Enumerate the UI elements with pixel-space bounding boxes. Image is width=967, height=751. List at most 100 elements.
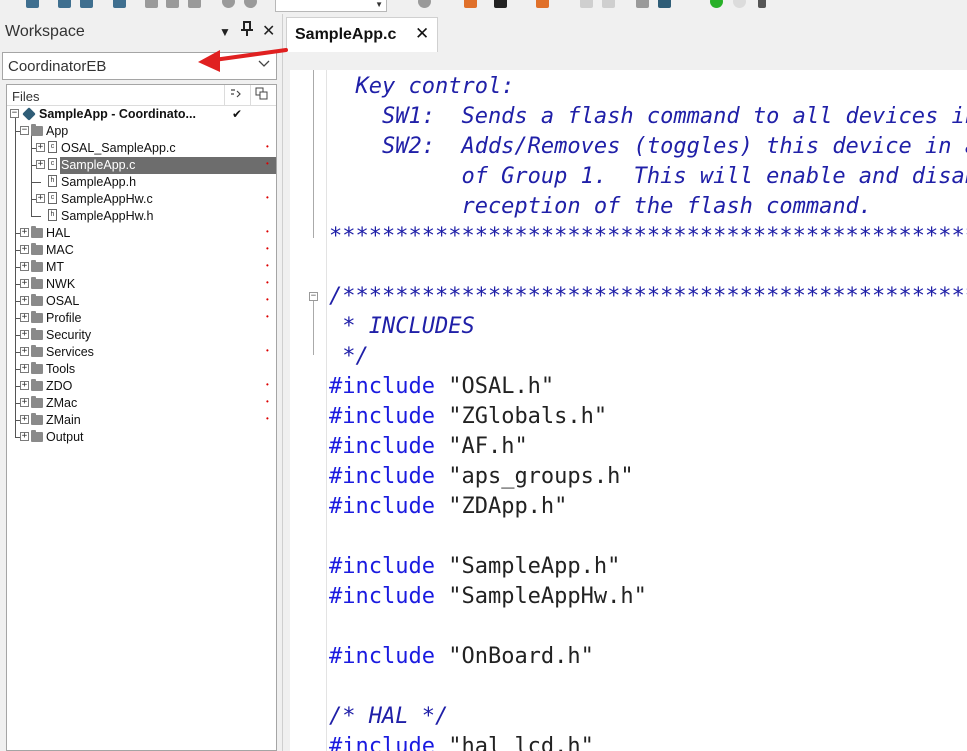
tree-folder-zmain[interactable]: + ZMain • bbox=[7, 412, 276, 429]
folder-icon bbox=[31, 362, 43, 374]
include-path: "ZGlobals.h" bbox=[434, 404, 608, 429]
expand-icon[interactable]: + bbox=[36, 143, 45, 152]
expand-icon[interactable]: + bbox=[20, 228, 29, 237]
collapse-icon[interactable]: − bbox=[20, 126, 29, 135]
modified-dot-icon: • bbox=[266, 193, 269, 202]
modified-dot-icon: • bbox=[266, 312, 269, 321]
redo-icon[interactable] bbox=[244, 0, 257, 8]
tree-folder-tools[interactable]: + Tools bbox=[7, 361, 276, 378]
tree-file-sampleapp-h[interactable]: h SampleApp.h bbox=[7, 174, 276, 191]
compile-column-icon[interactable] bbox=[255, 87, 269, 104]
paste-icon[interactable] bbox=[188, 0, 201, 8]
code-line: /* HAL */ bbox=[329, 702, 448, 732]
editor-tab-bar: SampleApp.c ✕ bbox=[283, 14, 967, 52]
folder-icon bbox=[31, 294, 43, 306]
tree-folder-mac[interactable]: + MAC • bbox=[7, 242, 276, 259]
code-line: #include "OnBoard.h" bbox=[329, 642, 594, 672]
expand-icon[interactable]: + bbox=[20, 432, 29, 441]
fold-toggle-icon[interactable]: − bbox=[309, 292, 318, 301]
open-file-icon[interactable] bbox=[26, 0, 39, 8]
tree-folder-hal[interactable]: + HAL • bbox=[7, 225, 276, 242]
tree-folder-output[interactable]: + Output bbox=[7, 429, 276, 446]
expand-icon[interactable]: + bbox=[20, 381, 29, 390]
tree-item-label: ZDO bbox=[46, 379, 73, 393]
close-tab-icon[interactable]: ✕ bbox=[415, 24, 429, 44]
expand-icon[interactable]: + bbox=[20, 279, 29, 288]
chevron-down-icon: ▼ bbox=[375, 0, 383, 9]
preprocessor-keyword: #include bbox=[329, 554, 435, 579]
tree-folder-zdo[interactable]: + ZDO • bbox=[7, 378, 276, 395]
tab-title: SampleApp.c bbox=[295, 26, 397, 43]
tree-file-osal-sampleapp-c[interactable]: + c OSAL_SampleApp.c • bbox=[7, 140, 276, 157]
code-line: ****************************************… bbox=[329, 222, 967, 252]
tree-folder-zmac[interactable]: + ZMac • bbox=[7, 395, 276, 412]
toolbar-overflow-icon[interactable] bbox=[758, 0, 766, 8]
compile-icon[interactable] bbox=[580, 0, 593, 8]
comment-text: reception of the flash command. bbox=[329, 194, 873, 219]
code-line: of Group 1. This will enable and disable… bbox=[329, 162, 967, 192]
tree-project-row[interactable]: − SampleApp - Coordinato... ✔ bbox=[7, 106, 276, 123]
expand-icon[interactable]: + bbox=[20, 296, 29, 305]
tree-folder-app[interactable]: − App bbox=[7, 123, 276, 140]
fold-line bbox=[313, 70, 314, 238]
save-all-icon[interactable] bbox=[80, 0, 93, 8]
tree-folder-osal[interactable]: + OSAL • bbox=[7, 293, 276, 310]
code-line: #include "hal_lcd.h" bbox=[329, 732, 594, 751]
modified-dot-icon: • bbox=[266, 380, 269, 389]
tree-item-label: MT bbox=[46, 260, 65, 274]
cut-icon[interactable] bbox=[145, 0, 158, 8]
find-combo[interactable]: ▼ bbox=[275, 0, 387, 12]
modified-dot-icon: • bbox=[266, 261, 269, 270]
make-icon[interactable] bbox=[602, 0, 615, 8]
comment-text: of Group 1. This will enable and disable… bbox=[461, 164, 967, 189]
comment-text: SW2: Adds/Removes (toggles) this device … bbox=[381, 134, 967, 159]
expand-icon[interactable]: + bbox=[20, 245, 29, 254]
download-debug-icon[interactable] bbox=[658, 0, 671, 8]
tree-file-sampleapphw-c[interactable]: + c SampleAppHw.c • bbox=[7, 191, 276, 208]
tree-item-label: App bbox=[46, 124, 69, 138]
tab-sampleapp-c[interactable]: SampleApp.c ✕ bbox=[286, 17, 438, 52]
tree-file-sampleapphw-h[interactable]: h SampleAppHw.h bbox=[7, 208, 276, 225]
undo-icon[interactable] bbox=[222, 0, 235, 8]
toolbar: ▼ bbox=[0, 0, 967, 14]
expand-icon[interactable]: + bbox=[36, 160, 45, 169]
find-icon[interactable] bbox=[418, 0, 431, 8]
bookmark-icon[interactable] bbox=[494, 0, 507, 8]
stop-build-icon[interactable] bbox=[636, 0, 649, 8]
code-editor[interactable]: − Key control: SW1: Sends a flash comman… bbox=[290, 70, 967, 751]
collapse-icon[interactable]: − bbox=[10, 109, 19, 118]
expand-icon[interactable]: + bbox=[36, 194, 45, 203]
preprocessor-keyword: #include bbox=[329, 494, 435, 519]
toggle-breakpoint-icon[interactable] bbox=[536, 0, 549, 8]
tree-file-sampleapp-c[interactable]: + c SampleApp.c • bbox=[7, 157, 276, 174]
folder-icon bbox=[31, 226, 43, 238]
tree-folder-profile[interactable]: + Profile • bbox=[7, 310, 276, 327]
tree-item-label: Profile bbox=[46, 311, 82, 325]
go-forward-icon[interactable] bbox=[464, 0, 477, 8]
print-icon[interactable] bbox=[113, 0, 126, 8]
tree-folder-nwk[interactable]: + NWK • bbox=[7, 276, 276, 293]
tree-folder-mt[interactable]: + MT • bbox=[7, 259, 276, 276]
modified-dot-icon: • bbox=[266, 142, 269, 151]
include-path: "OnBoard.h" bbox=[434, 644, 594, 669]
project-label: SampleApp - Coordinato... bbox=[39, 107, 196, 121]
breakpoint-icon[interactable] bbox=[733, 0, 746, 8]
tree-folder-security[interactable]: + Security bbox=[7, 327, 276, 344]
expand-icon[interactable]: + bbox=[20, 347, 29, 356]
debug-without-download-icon[interactable] bbox=[710, 0, 723, 8]
expand-icon[interactable]: + bbox=[20, 364, 29, 373]
editor-margin: − bbox=[290, 70, 327, 751]
copy-icon[interactable] bbox=[166, 0, 179, 8]
tree-folder-services[interactable]: + Services • bbox=[7, 344, 276, 361]
expand-icon[interactable]: + bbox=[20, 313, 29, 322]
comment-text: /***************************************… bbox=[329, 284, 967, 309]
save-icon[interactable] bbox=[58, 0, 71, 8]
folder-icon bbox=[31, 277, 43, 289]
expand-icon[interactable]: + bbox=[20, 415, 29, 424]
expand-icon[interactable]: + bbox=[20, 330, 29, 339]
expand-icon[interactable]: + bbox=[20, 398, 29, 407]
comment-text: /* HAL */ bbox=[329, 704, 449, 729]
options-column-icon[interactable] bbox=[229, 87, 243, 104]
expand-icon[interactable]: + bbox=[20, 262, 29, 271]
panel-menu-icon[interactable]: ▼ bbox=[219, 25, 231, 39]
